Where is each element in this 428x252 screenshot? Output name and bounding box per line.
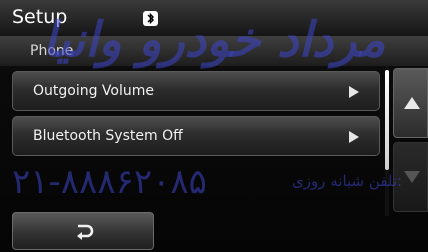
subheader-bar: Phone	[0, 36, 428, 66]
chevron-right-icon	[349, 86, 359, 98]
back-button[interactable]	[12, 212, 154, 250]
watermark-phone-area: ۲۱-۸۸۸۶۲۰۸۵ تلفن شبانه روزی:	[0, 160, 428, 204]
scrollbar-thumb[interactable]	[385, 70, 389, 170]
menu-item-outgoing-volume[interactable]: Outgoing Volume	[12, 71, 380, 111]
menu-item-bluetooth-system-off[interactable]: Bluetooth System Off	[12, 116, 380, 156]
screen: Setup Phone Outgoing Volume Bluetooth Sy…	[0, 0, 428, 252]
bluetooth-icon	[143, 11, 158, 26]
back-arrow-icon	[77, 224, 94, 240]
menu-item-label: Outgoing Volume	[33, 83, 155, 99]
arrow-down-icon	[404, 171, 420, 183]
scroll-down-button[interactable]	[393, 142, 428, 212]
section-title: Phone	[30, 43, 74, 59]
arrow-up-icon	[404, 97, 420, 109]
page-title: Setup	[12, 6, 68, 28]
watermark-phone: ۲۱-۸۸۸۶۲۰۸۵	[12, 162, 207, 202]
scroll-up-button[interactable]	[393, 68, 428, 138]
menu-item-label: Bluetooth System Off	[33, 128, 183, 144]
chevron-right-icon	[349, 131, 359, 143]
header-bar: Setup	[0, 0, 428, 36]
